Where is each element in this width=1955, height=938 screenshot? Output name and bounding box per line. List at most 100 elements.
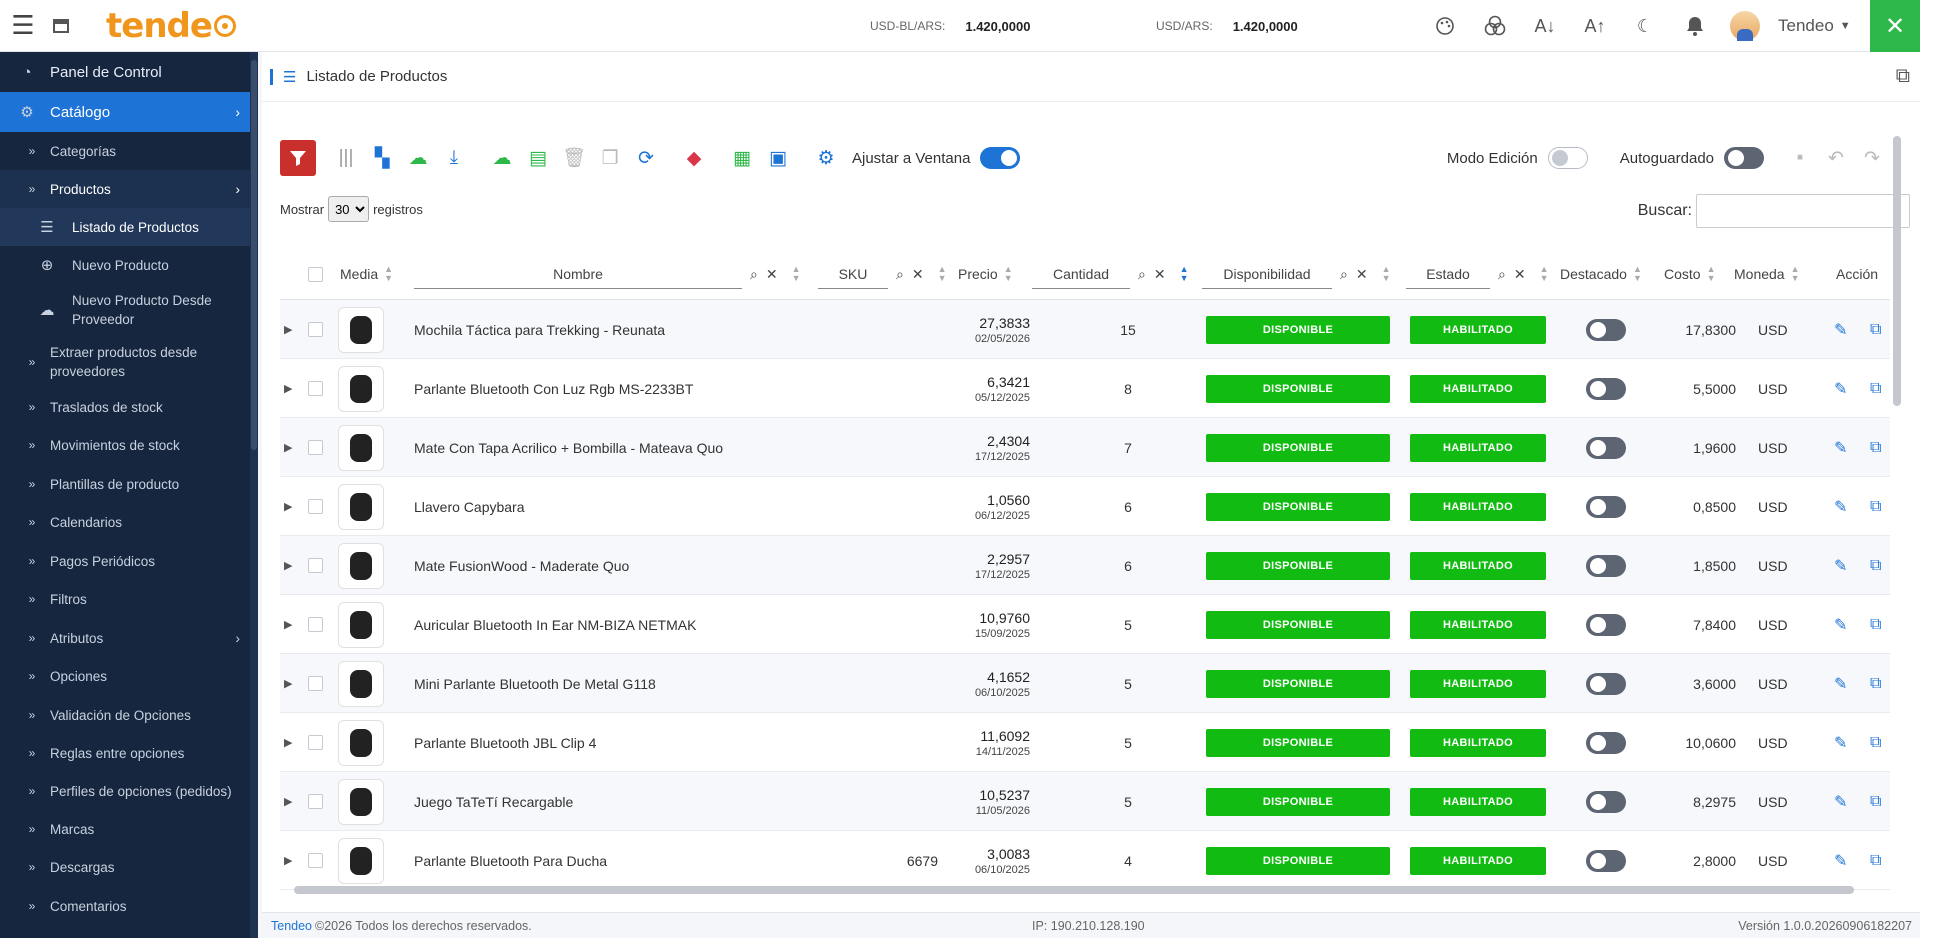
featured-toggle[interactable] <box>1586 495 1626 518</box>
availability-badge[interactable]: DISPONIBLE <box>1206 669 1390 698</box>
edit-icon[interactable]: ✎ <box>1834 595 1847 654</box>
status-badge[interactable]: HABILITADO <box>1410 374 1546 403</box>
footer-brand-link[interactable]: Tendeo <box>271 919 312 933</box>
row-checkbox[interactable] <box>308 794 323 809</box>
edit-icon[interactable]: ✎ <box>1834 536 1847 595</box>
open-external-icon[interactable]: ⧉ <box>1870 654 1881 713</box>
product-thumbnail[interactable] <box>338 306 384 353</box>
sidebar-item-movimientos-de-stock[interactable]: » Movimientos de stock <box>0 426 250 464</box>
table-row[interactable]: ▶ Mate Con Tapa Acrilico + Bombilla - Mat… <box>280 418 1890 477</box>
sidebar-item-pagos-periodicos[interactable]: » Pagos Periódicos <box>0 542 250 580</box>
product-name[interactable]: Juego TaTeTí Recargable <box>414 772 573 831</box>
status-filter-input[interactable]: Estado <box>1406 259 1490 289</box>
featured-toggle[interactable] <box>1586 436 1626 459</box>
availability-filter-input[interactable]: Disponibilidad <box>1202 259 1332 289</box>
featured-toggle[interactable] <box>1586 731 1626 754</box>
col-featured[interactable]: Destacado ▲ ▼ <box>1560 248 1642 300</box>
sidebar-item-traslados-de-stock[interactable]: » Traslados de stock <box>0 388 250 426</box>
page-size-select[interactable]: 30 <box>328 196 370 222</box>
expand-row-icon[interactable]: ▶ <box>284 677 292 690</box>
window-icon[interactable] <box>46 0 76 52</box>
font-decrease-icon[interactable]: A↓ <box>1520 0 1570 52</box>
row-checkbox[interactable] <box>308 676 323 691</box>
tools-icon[interactable]: ✕ <box>1870 0 1920 52</box>
edit-icon[interactable]: ✎ <box>1834 418 1847 477</box>
dark-mode-icon[interactable]: ☾ <box>1620 0 1670 52</box>
qty-filter-input[interactable]: Cantidad <box>1032 259 1130 289</box>
availability-badge[interactable]: DISPONIBLE <box>1206 315 1390 344</box>
row-checkbox[interactable] <box>308 617 323 632</box>
sidebar-item-marcas[interactable]: » Marcas <box>0 810 250 848</box>
status-badge[interactable]: HABILITADO <box>1410 551 1546 580</box>
open-external-icon[interactable]: ⧉ <box>1870 359 1881 418</box>
row-checkbox[interactable] <box>308 735 323 750</box>
status-badge[interactable]: HABILITADO <box>1410 846 1546 875</box>
table-row[interactable]: ▶ Mochila Táctica para Trekking - Reunata… <box>280 300 1890 359</box>
col-availability[interactable]: Disponibilidad ⌕✕ ▲ ▼ <box>1202 248 1391 300</box>
expand-row-icon[interactable]: ▶ <box>284 736 292 749</box>
status-badge[interactable]: HABILITADO <box>1410 433 1546 462</box>
trash-icon[interactable]: 🗑 <box>556 140 592 176</box>
product-thumbnail[interactable] <box>338 483 384 530</box>
sidebar-item-validacion-de-opciones[interactable]: » Validación de Opciones <box>0 696 250 734</box>
open-external-icon[interactable]: ⧉ <box>1870 713 1881 772</box>
availability-badge[interactable]: DISPONIBLE <box>1206 551 1390 580</box>
availability-badge[interactable]: DISPONIBLE <box>1206 433 1390 462</box>
product-name[interactable]: Mini Parlante Bluetooth De Metal G118 <box>414 654 656 713</box>
col-status[interactable]: Estado ⌕✕ ▲ ▼ <box>1406 248 1549 300</box>
product-thumbnail[interactable] <box>338 601 384 648</box>
product-thumbnail[interactable] <box>338 837 384 884</box>
sidebar-scrollbar[interactable] <box>250 52 258 938</box>
table-row[interactable]: ▶ Juego TaTeTí Recargable 10,5237 11/05/202… <box>280 772 1890 831</box>
filter-button[interactable] <box>280 140 316 176</box>
open-external-icon[interactable]: ⧉ <box>1870 595 1881 654</box>
name-filter-input[interactable]: Nombre <box>414 259 742 289</box>
sidebar-item-calendarios[interactable]: » Calendarios <box>0 503 250 541</box>
sku-filter-input[interactable]: SKU <box>818 259 888 289</box>
availability-badge[interactable]: DISPONIBLE <box>1206 846 1390 875</box>
expand-row-icon[interactable]: ▶ <box>284 323 292 336</box>
product-name[interactable]: Mate FusionWood - Maderate Quo <box>414 536 629 595</box>
product-thumbnail[interactable] <box>338 660 384 707</box>
col-cost[interactable]: Costo ▲ ▼ <box>1664 248 1716 300</box>
table-row[interactable]: ▶ Mini Parlante Bluetooth De Metal G118 4,… <box>280 654 1890 713</box>
availability-badge[interactable]: DISPONIBLE <box>1206 492 1390 521</box>
table-row[interactable]: ▶ Auricular Bluetooth In Ear NM-BIZA NETM… <box>280 595 1890 654</box>
open-external-icon[interactable]: ⧉ <box>1870 831 1881 890</box>
sidebar-item-extraer-productos[interactable]: » Extraer productos desde proveedores <box>0 338 250 386</box>
refresh-icon[interactable]: ⟳ <box>628 140 664 176</box>
user-menu[interactable]: Tendeo ▼ <box>1778 16 1851 36</box>
product-name[interactable]: Parlante Bluetooth Para Ducha <box>414 831 607 890</box>
open-external-icon[interactable]: ⧉ <box>1870 477 1881 536</box>
featured-toggle[interactable] <box>1586 377 1626 400</box>
edit-icon[interactable]: ✎ <box>1834 713 1847 772</box>
eraser-icon[interactable]: ◆ <box>676 140 712 176</box>
chart-icon[interactable]: ▚ <box>364 140 400 176</box>
table-row[interactable]: ▶ Mate FusionWood - Maderate Quo 2,2957 17/… <box>280 536 1890 595</box>
expand-row-icon[interactable]: ▶ <box>284 382 292 395</box>
sidebar-item-plantillas-de-producto[interactable]: » Plantillas de producto <box>0 465 250 503</box>
sidebar-item-filtros[interactable]: » Filtros <box>0 580 250 618</box>
status-badge[interactable]: HABILITADO <box>1410 728 1546 757</box>
color-circles-icon[interactable] <box>1470 0 1520 52</box>
featured-toggle[interactable] <box>1586 849 1626 872</box>
row-checkbox[interactable] <box>308 440 323 455</box>
status-badge[interactable]: HABILITADO <box>1410 610 1546 639</box>
select-all-checkbox[interactable] <box>308 248 323 300</box>
open-external-icon[interactable]: ⧉ <box>1870 418 1881 477</box>
search-input[interactable] <box>1696 194 1910 228</box>
col-qty[interactable]: Cantidad ⌕✕ ▲ ▼ <box>1032 248 1189 300</box>
logo[interactable]: tende <box>106 6 236 46</box>
file-add-icon[interactable]: ▤ <box>520 140 556 176</box>
open-external-icon[interactable]: ⧉ <box>1896 65 1910 88</box>
row-checkbox[interactable] <box>308 853 323 868</box>
settings-gear-icon[interactable]: ⚙ <box>808 140 844 176</box>
autosave-toggle[interactable] <box>1724 147 1764 169</box>
availability-badge[interactable]: DISPONIBLE <box>1206 610 1390 639</box>
product-name[interactable]: Parlante Bluetooth JBL Clip 4 <box>414 713 596 772</box>
product-thumbnail[interactable] <box>338 424 384 471</box>
cloud-upload-icon[interactable]: ☁ <box>400 140 436 176</box>
expand-row-icon[interactable]: ▶ <box>284 618 292 631</box>
row-checkbox[interactable] <box>308 381 323 396</box>
open-external-icon[interactable]: ⧉ <box>1870 536 1881 595</box>
